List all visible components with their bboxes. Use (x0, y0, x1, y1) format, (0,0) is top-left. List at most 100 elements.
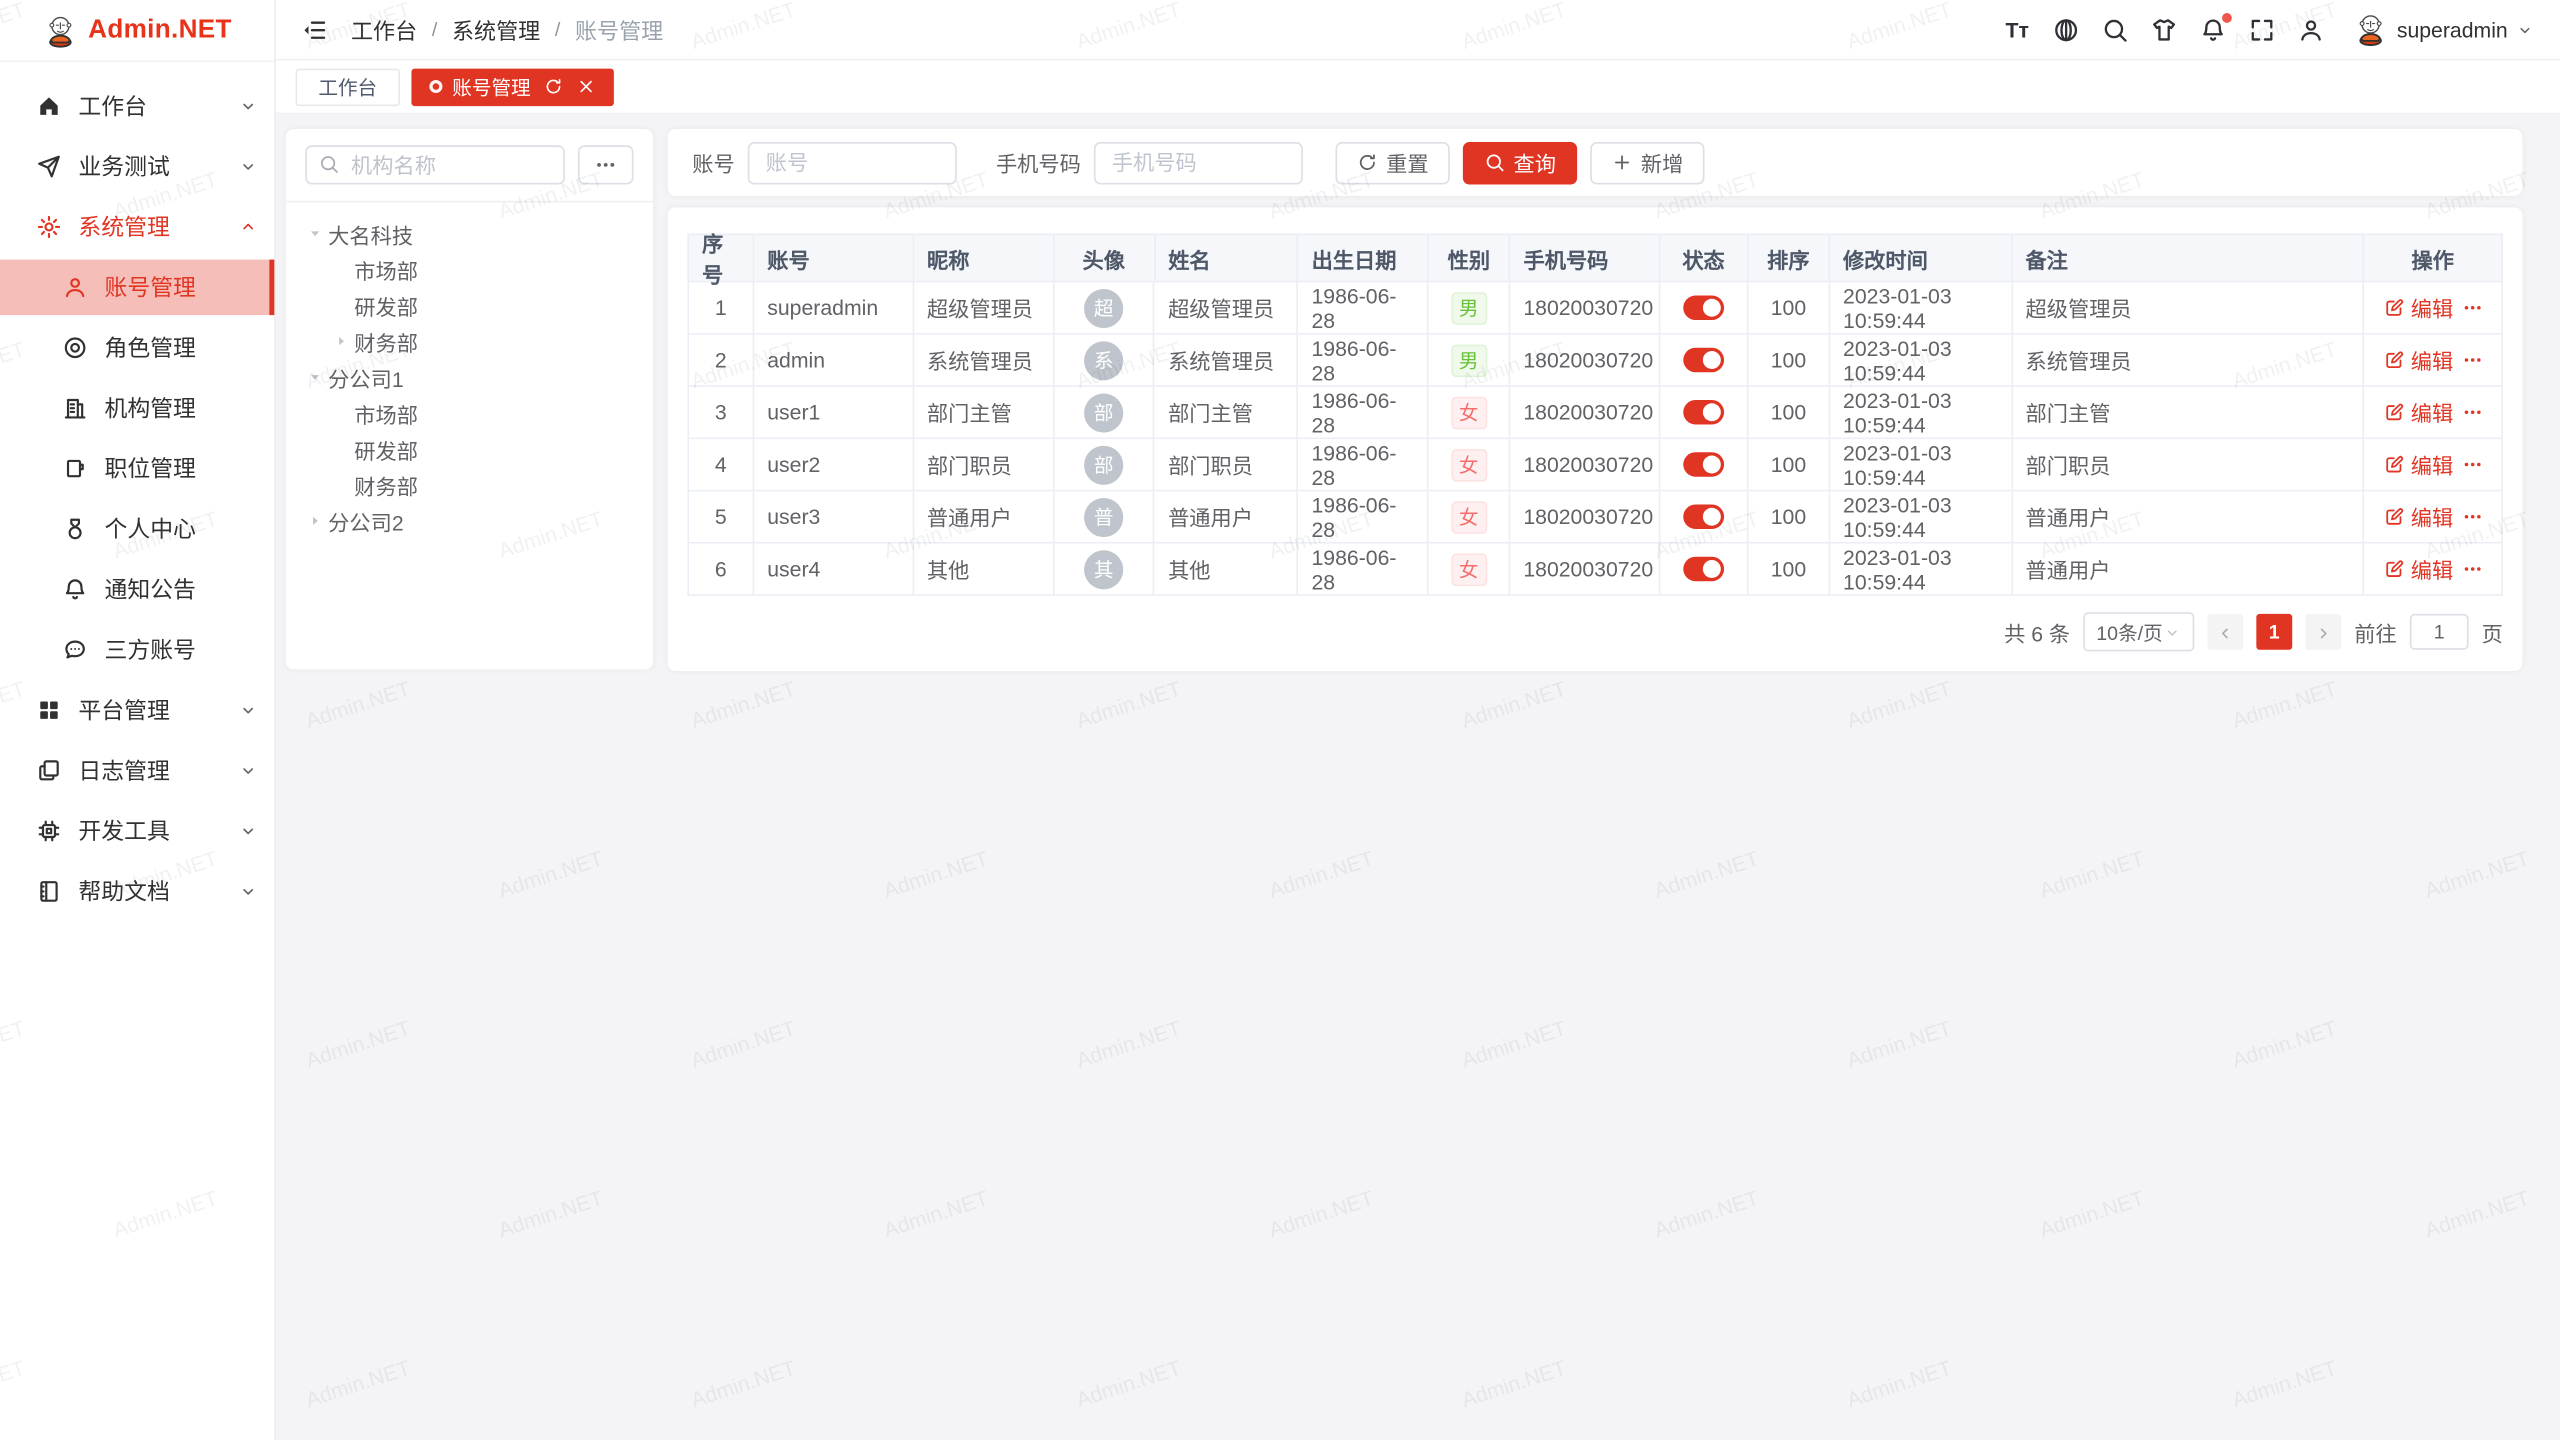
edit-button[interactable]: 编辑 (2383, 501, 2453, 532)
table-row: 3user1部门主管部部门主管1986-06-28女18020030720100… (687, 387, 2503, 439)
sidebar-item-3[interactable]: 账号管理 (0, 260, 274, 316)
font-size-icon[interactable]: Tт (2002, 0, 2033, 60)
phone-input[interactable] (1094, 141, 1303, 183)
top-navbar: 工作台/系统管理/账号管理 Tт superadmin (274, 0, 2560, 60)
goto-page-input[interactable] (2410, 614, 2469, 650)
more-actions-icon[interactable] (2461, 349, 2482, 370)
sidebar-item-13[interactable]: 帮助文档 (0, 864, 274, 920)
page-number-button[interactable]: 1 (2256, 614, 2292, 650)
fullscreen-icon[interactable] (2247, 0, 2278, 60)
cell-name: 部门主管 (1155, 387, 1298, 438)
app-logo[interactable]: Admin.NET (0, 0, 274, 62)
status-toggle[interactable] (1683, 296, 1724, 320)
breadcrumb-item-1[interactable]: 系统管理 (452, 13, 540, 46)
cell-gender: 男 (1429, 282, 1511, 333)
status-toggle[interactable] (1683, 504, 1724, 528)
tree-node-1[interactable]: 市场部 (328, 251, 643, 287)
sidebar-item-8[interactable]: 通知公告 (0, 562, 274, 618)
tree-caret-icon[interactable] (328, 333, 354, 349)
search-icon[interactable] (2100, 0, 2131, 60)
dots-icon (2461, 297, 2482, 318)
sidebar-item-label: 机构管理 (104, 392, 257, 425)
tab-0[interactable]: 工作台 (296, 68, 401, 106)
status-toggle[interactable] (1683, 452, 1724, 476)
next-page-button[interactable] (2305, 614, 2341, 650)
tree-caret-icon[interactable] (302, 225, 328, 241)
more-actions-icon[interactable] (2461, 506, 2482, 527)
avatar: 系 (1084, 340, 1123, 379)
tree-caret-icon[interactable] (302, 369, 328, 385)
toggle-knob (1703, 456, 1721, 474)
org-more-button[interactable] (578, 145, 634, 184)
shirt-icon (2150, 16, 2178, 44)
tree-caret-icon[interactable] (302, 513, 328, 529)
cell-gender: 女 (1429, 439, 1511, 490)
monk-icon (42, 12, 78, 48)
profile-icon[interactable] (2296, 0, 2327, 60)
tree-node-4[interactable]: 分公司1 (302, 359, 643, 395)
edit-button[interactable]: 编辑 (2383, 449, 2453, 480)
tab-refresh-icon[interactable] (544, 77, 564, 97)
sidebar-item-7[interactable]: 个人中心 (0, 501, 274, 557)
language-icon[interactable] (2051, 0, 2082, 60)
sidebar-item-0[interactable]: 工作台 (0, 78, 274, 134)
sidebar-item-1[interactable]: 业务测试 (0, 139, 274, 195)
cell-modified: 2023-01-03 10:59:44 (1830, 335, 2012, 386)
cell-nickname: 其他 (914, 544, 1054, 595)
more-actions-icon[interactable] (2461, 402, 2482, 423)
sidebar-item-10[interactable]: 平台管理 (0, 682, 274, 738)
edit-button[interactable]: 编辑 (2383, 553, 2453, 584)
toggle-knob (1703, 403, 1721, 421)
notification-icon[interactable] (2198, 0, 2229, 60)
org-search-input[interactable] (348, 151, 552, 179)
org-search-row (286, 129, 653, 201)
chev-down-icon (238, 821, 258, 841)
grid-icon (36, 697, 62, 723)
menu-fold-icon[interactable] (300, 16, 328, 44)
reset-button[interactable]: 重置 (1336, 141, 1450, 183)
sidebar-item-9[interactable]: 三方账号 (0, 622, 274, 678)
status-toggle[interactable] (1683, 400, 1724, 424)
cell-birth: 1986-06-28 (1298, 335, 1428, 386)
edit-button[interactable]: 编辑 (2383, 292, 2453, 323)
tree-node-8[interactable]: 分公司2 (302, 503, 643, 539)
cell-account: user4 (754, 544, 914, 595)
filter-bar: 账号 手机号码 重置 查询 新增 (668, 129, 2523, 196)
page-size-select[interactable]: 10条/页 (2083, 612, 2194, 651)
avatar (2353, 11, 2389, 47)
status-toggle[interactable] (1683, 557, 1724, 581)
more-actions-icon[interactable] (2461, 297, 2482, 318)
sidebar-item-11[interactable]: 日志管理 (0, 743, 274, 799)
tab-close-icon[interactable] (576, 77, 596, 97)
more-actions-icon[interactable] (2461, 558, 2482, 579)
sidebar-item-5[interactable]: 机构管理 (0, 380, 274, 436)
tree-node-7[interactable]: 财务部 (328, 467, 643, 503)
sidebar-item-2[interactable]: 系统管理 (0, 199, 274, 255)
breadcrumb-item-0[interactable]: 工作台 (351, 13, 417, 46)
sidebar-item-6[interactable]: 职位管理 (0, 441, 274, 497)
cell-avatar: 超 (1054, 282, 1155, 333)
tree-node-0[interactable]: 大名科技 (302, 216, 643, 252)
theme-icon[interactable] (2149, 0, 2180, 60)
sidebar-item-12[interactable]: 开发工具 (0, 803, 274, 859)
org-search-field[interactable] (305, 145, 565, 184)
tree-node-5[interactable]: 市场部 (328, 395, 643, 431)
sidebar-item-4[interactable]: 角色管理 (0, 320, 274, 376)
cell-account: admin (754, 335, 914, 386)
account-input[interactable] (748, 141, 957, 183)
edit-button[interactable]: 编辑 (2383, 344, 2453, 375)
tree-node-2[interactable]: 研发部 (328, 287, 643, 323)
edit-button[interactable]: 编辑 (2383, 397, 2453, 428)
tree-node-6[interactable]: 研发部 (328, 431, 643, 467)
tab-1-active[interactable]: 账号管理 (411, 68, 613, 106)
status-toggle[interactable] (1683, 348, 1724, 372)
more-actions-icon[interactable] (2461, 454, 2482, 475)
cell-sort: 100 (1748, 335, 1830, 386)
chat-icon (62, 637, 88, 663)
query-button[interactable]: 查询 (1463, 141, 1577, 183)
user-menu[interactable]: superadmin (2353, 11, 2534, 47)
tree-node-3[interactable]: 财务部 (328, 323, 643, 359)
cell-ops: 编辑 (2364, 439, 2501, 490)
prev-page-button[interactable] (2207, 614, 2243, 650)
add-button[interactable]: 新增 (1590, 141, 1704, 183)
